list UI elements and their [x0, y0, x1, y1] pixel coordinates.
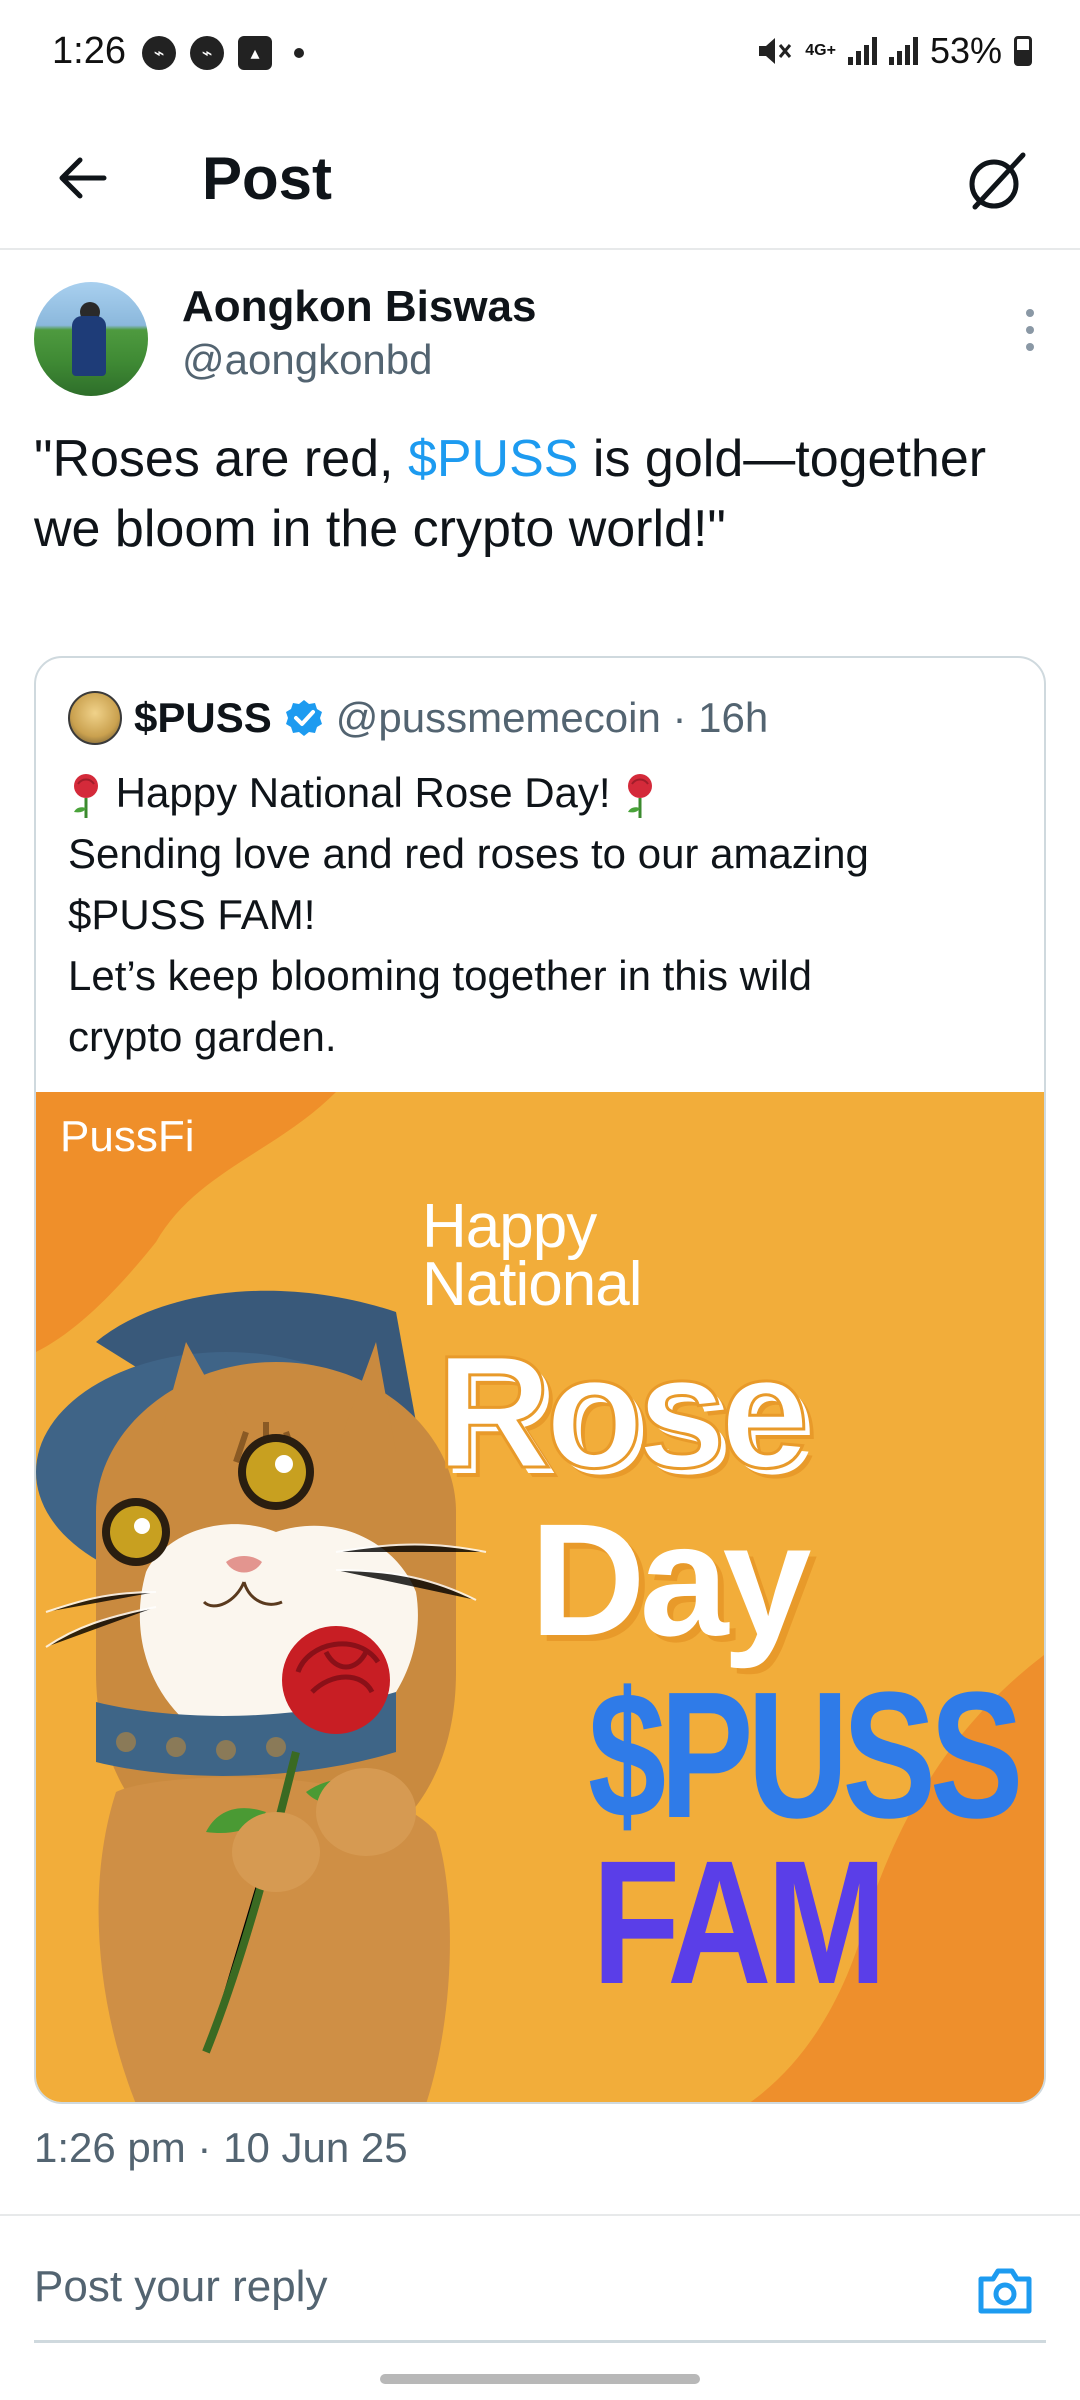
- divider: [0, 2214, 1080, 2216]
- quoted-line: Happy National Rose Day!: [115, 769, 611, 816]
- quoted-handle-time: @pussmemecoin · 16h: [335, 694, 769, 741]
- rose-icon: [628, 773, 653, 818]
- grok-button[interactable]: [948, 134, 1044, 230]
- status-bar: 1:26 ⌁ ⌁ ▴ 4G+ 53%: [0, 0, 1080, 110]
- signal-icon: [888, 37, 918, 65]
- image-fam-text: FAM: [592, 1825, 887, 2021]
- status-time: 1:26: [52, 30, 126, 72]
- quoted-name: $PUSS: [134, 694, 272, 741]
- battery-percent: 53%: [929, 30, 1002, 71]
- quoted-line: Let’s keep blooming together in this wil…: [68, 952, 813, 999]
- post-timestamp: 1:26 pm · 10 Jun 25: [34, 2124, 408, 2171]
- signal-icon: [847, 37, 877, 65]
- mute-icon: [759, 38, 792, 64]
- more-notifications-icon: [294, 48, 304, 58]
- camera-icon: [978, 2268, 1032, 2314]
- image-rose-text: Rose: [434, 1321, 810, 1503]
- camera-button[interactable]: [970, 2256, 1040, 2326]
- reply-input[interactable]: Post your reply: [34, 2262, 327, 2312]
- image-day-text: Day: [530, 1490, 812, 1669]
- verified-badge-icon: [285, 700, 322, 736]
- rose-icon: [74, 773, 98, 818]
- image-brand-text: PussFi: [60, 1112, 195, 1161]
- back-arrow-icon: [59, 157, 107, 199]
- messenger-icon: ⌁: [142, 36, 176, 70]
- battery-icon: [1014, 36, 1032, 66]
- post-text: "Roses are red, $PUSS is gold—together w…: [34, 424, 1044, 564]
- back-button[interactable]: [44, 140, 120, 216]
- author-handle[interactable]: @aongkonbd: [182, 336, 433, 384]
- quoted-post[interactable]: $PUSS @pussmemecoin · 16h Happy National…: [34, 656, 1046, 2104]
- quoted-line: $PUSS FAM!: [68, 891, 316, 938]
- page-title: Post: [202, 145, 333, 212]
- cashtag-link[interactable]: $PUSS: [408, 430, 579, 488]
- quoted-avatar: [68, 691, 122, 745]
- image-happy-text: Happy National: [422, 1192, 642, 1319]
- quoted-line: crypto garden.: [68, 1013, 337, 1060]
- more-vertical-icon: [1026, 309, 1034, 317]
- top-app-bar: Post: [0, 110, 1080, 250]
- notification-icons: ⌁ ⌁ ▴: [142, 36, 304, 70]
- quoted-post-image[interactable]: PussFi Happy National Rose Day $PUSS FAM: [36, 1092, 1044, 2102]
- author-avatar[interactable]: [34, 282, 148, 396]
- more-options-button[interactable]: [1010, 300, 1050, 360]
- system-icons: 4G+ 53%: [757, 30, 1032, 72]
- author-name[interactable]: Aongkon Biswas: [182, 282, 537, 332]
- reply-underline: [34, 2340, 1046, 2343]
- post-text-part: "Roses are red,: [34, 430, 408, 488]
- gallery-icon: ▴: [238, 36, 272, 70]
- quoted-post-header: $PUSS @pussmemecoin · 16h: [68, 690, 768, 746]
- grok-icon: [969, 152, 1026, 210]
- messenger-icon: ⌁: [190, 36, 224, 70]
- home-indicator[interactable]: [380, 2374, 700, 2384]
- quoted-text: Happy National Rose Day! Sending love an…: [68, 762, 1018, 1067]
- network-type: 4G+: [805, 42, 836, 59]
- quoted-line: Sending love and red roses to our amazin…: [68, 830, 869, 877]
